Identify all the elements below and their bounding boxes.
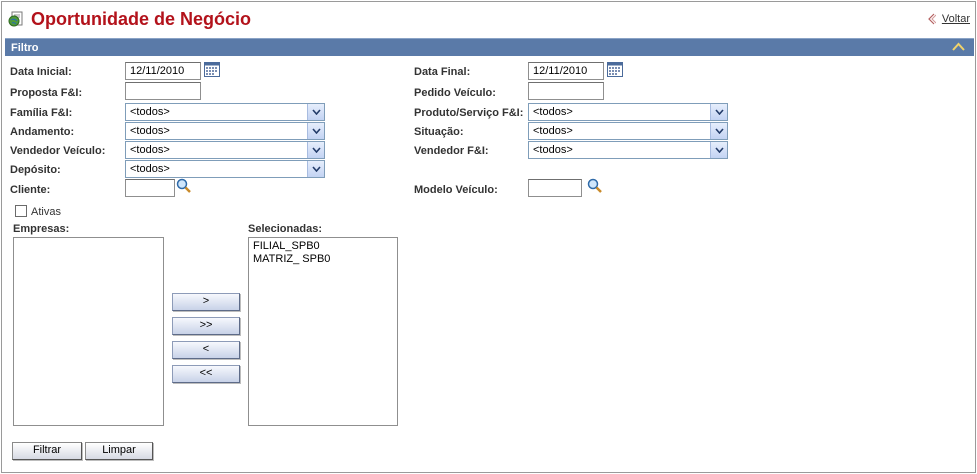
ativas-label: Ativas (31, 206, 61, 218)
remove-selected-button[interactable]: < (172, 341, 240, 359)
vendedor-fi-select-value: <todos> (533, 144, 573, 156)
vendedor-fi-label: Vendedor F&I: (414, 145, 489, 157)
pedido-veiculo-label: Pedido Veículo: (414, 87, 496, 99)
search-icon[interactable] (587, 178, 603, 194)
vendedor-veiculo-select-value: <todos> (130, 144, 170, 156)
familia-select[interactable]: <todos> (125, 103, 325, 121)
empresas-listbox[interactable] (13, 237, 164, 426)
filter-panel-header: Filtro (5, 38, 974, 56)
deposito-select[interactable]: <todos> (125, 160, 325, 178)
page-title: Oportunidade de Negócio (31, 9, 252, 29)
deposito-select-value: <todos> (130, 163, 170, 175)
situacao-select-value: <todos> (533, 125, 573, 137)
chevron-down-icon[interactable] (307, 104, 324, 120)
produto-servico-select[interactable]: <todos> (528, 103, 728, 121)
filter-panel-title: Filtro (11, 42, 39, 54)
familia-label: Família F&I: (10, 107, 73, 119)
chevron-down-icon[interactable] (710, 104, 727, 120)
add-all-button[interactable]: >> (172, 317, 240, 335)
chevron-down-icon[interactable] (307, 142, 324, 158)
list-item[interactable]: MATRIZ_ SPB0 (253, 253, 393, 266)
calendar-icon[interactable] (607, 61, 623, 77)
selecionadas-label: Selecionadas: (248, 223, 322, 235)
deposito-label: Depósito: (10, 164, 61, 176)
familia-select-value: <todos> (130, 106, 170, 118)
clear-button[interactable]: Limpar (85, 442, 153, 460)
data-final-input[interactable]: 12/11/2010 (528, 62, 604, 80)
proposta-label: Proposta F&I: (10, 87, 83, 99)
list-item[interactable]: FILIAL_SPB0 (253, 240, 393, 253)
globe-document-icon (8, 11, 23, 27)
page-frame: Oportunidade de Negócio Voltar Filtro Da… (1, 1, 976, 473)
pedido-veiculo-input[interactable] (528, 82, 604, 100)
vendedor-veiculo-select[interactable]: <todos> (125, 141, 325, 159)
andamento-label: Andamento: (10, 126, 75, 138)
data-inicial-input[interactable]: 12/11/2010 (125, 62, 201, 80)
cliente-input[interactable] (125, 179, 175, 197)
add-selected-button[interactable]: > (172, 293, 240, 311)
situacao-label: Situação: (414, 126, 464, 138)
filter-button[interactable]: Filtrar (12, 442, 82, 460)
title-bar: Oportunidade de Negócio Voltar (6, 6, 972, 32)
vendedor-fi-select[interactable]: <todos> (528, 141, 728, 159)
situacao-select[interactable]: <todos> (528, 122, 728, 140)
data-inicial-label: Data Inicial: (10, 66, 72, 78)
modelo-veiculo-input[interactable] (528, 179, 582, 197)
back-arrow-icon[interactable] (927, 13, 936, 25)
chevron-down-icon[interactable] (307, 161, 324, 177)
andamento-select[interactable]: <todos> (125, 122, 325, 140)
produto-servico-select-value: <todos> (533, 106, 573, 118)
andamento-select-value: <todos> (130, 125, 170, 137)
collapse-chevron-icon[interactable] (952, 42, 965, 52)
chevron-down-icon[interactable] (710, 142, 727, 158)
search-icon[interactable] (176, 178, 192, 194)
calendar-icon[interactable] (204, 61, 220, 77)
vendedor-veiculo-label: Vendedor Veículo: (10, 145, 106, 157)
chevron-down-icon[interactable] (710, 123, 727, 139)
proposta-input[interactable] (125, 82, 201, 100)
selecionadas-listbox[interactable]: FILIAL_SPB0 MATRIZ_ SPB0 (248, 237, 398, 426)
ativas-checkbox[interactable] (15, 205, 27, 217)
data-final-label: Data Final: (414, 66, 471, 78)
chevron-down-icon[interactable] (307, 123, 324, 139)
empresas-label: Empresas: (13, 223, 70, 235)
cliente-label: Cliente: (10, 184, 51, 196)
modelo-veiculo-label: Modelo Veículo: (414, 184, 498, 196)
produto-servico-label: Produto/Serviço F&I: (414, 107, 524, 119)
remove-all-button[interactable]: << (172, 365, 240, 383)
back-link[interactable]: Voltar (942, 13, 970, 25)
